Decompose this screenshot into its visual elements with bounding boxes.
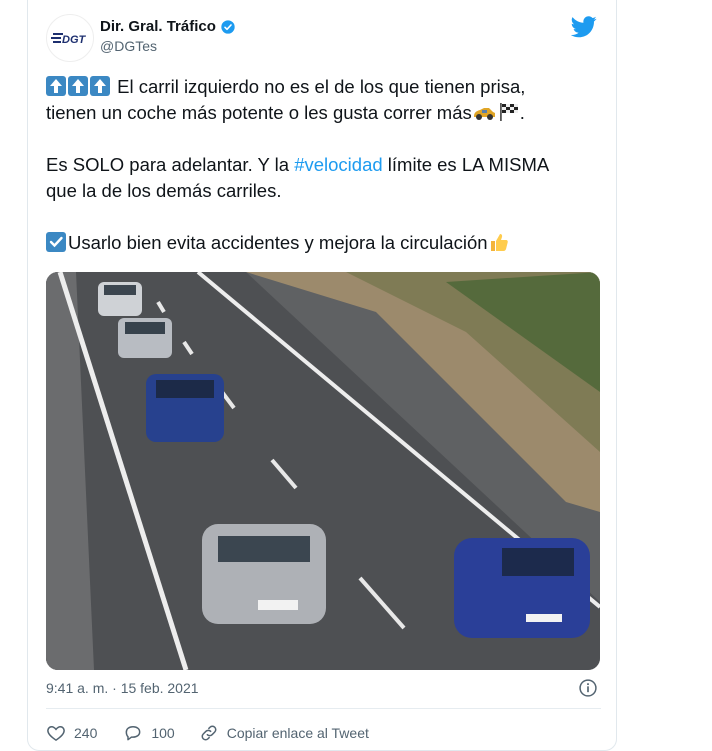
up-arrow-icon [46, 76, 66, 96]
up-arrow-icon [68, 76, 88, 96]
copy-link-button[interactable]: Copiar enlace al Tweet [199, 723, 369, 743]
highway-photo [46, 272, 600, 670]
tweet-photo[interactable] [46, 272, 600, 670]
thumbs-up-icon [490, 234, 508, 251]
avatar[interactable]: DGT [46, 14, 94, 62]
link-icon [201, 725, 217, 741]
tweet-line-4: que la de los demás carriles. [46, 178, 601, 204]
dgt-logo-icon: DGT [51, 33, 87, 46]
car-silver-3 [202, 524, 326, 624]
tweet-line-5: Usarlo bien evita accidentes y mejora la… [46, 230, 601, 256]
checkered-flag-icon [499, 103, 518, 121]
like-count: 240 [74, 725, 98, 741]
reply-button[interactable]: 100 [123, 723, 175, 743]
car-silver-2 [118, 318, 172, 358]
tweet-text-line1: El carril izquierdo no es el de los que … [117, 76, 526, 97]
display-name[interactable]: Dir. Gral. Tráfico [100, 18, 236, 35]
tweet-timestamp[interactable]: 9:41 a. m. · 15 feb. 2021 [46, 680, 199, 696]
tweet-line-1: El carril izquierdo no es el de los que … [46, 74, 601, 100]
tweet-line-3: Es SOLO para adelantar. Y la #velocidad … [46, 152, 601, 178]
tweet-text-line2-end: . [519, 102, 525, 123]
up-arrow-icon [90, 76, 110, 96]
copy-link-label: Copiar enlace al Tweet [226, 725, 369, 741]
reply-icon [125, 726, 141, 741]
info-icon[interactable] [578, 678, 598, 698]
display-name-text: Dir. Gral. Tráfico [100, 18, 216, 35]
svg-text:DGT: DGT [62, 34, 87, 46]
verified-badge-icon [221, 19, 235, 34]
tweet-text: El carril izquierdo no es el de los que … [46, 74, 601, 256]
tweet-header: DGT Dir. Gral. Tráfico @DGTes [46, 14, 601, 64]
reply-count: 100 [151, 725, 175, 741]
tweet-text-line3-pre: Es SOLO para adelantar. Y la [46, 154, 295, 175]
tweet-text-line3-post: límite es LA MISMA [382, 154, 550, 175]
divider [46, 708, 601, 709]
heart-icon [47, 725, 65, 741]
hashtag-link[interactable]: #velocidad [294, 154, 382, 175]
twitter-bird-icon[interactable] [571, 16, 597, 38]
like-button[interactable]: 240 [46, 723, 97, 743]
tweet-text-line5: Usarlo bien evita accidentes y mejora la… [68, 232, 488, 253]
tweet-text-line2: tienen un coche más potente o les gusta … [46, 102, 472, 123]
tweet-actions: 240 100 Copiar enlace al Tweet [46, 722, 369, 744]
car-silver-1 [98, 282, 142, 316]
handle[interactable]: @DGTes [100, 38, 236, 54]
tweet-line-2: tienen un coche más potente o les gusta … [46, 100, 601, 126]
account-names: Dir. Gral. Tráfico @DGTes [100, 18, 236, 54]
check-box-icon [46, 232, 66, 252]
tweet-text-line4: que la de los demás carriles. [46, 180, 282, 201]
car-blue-2 [454, 538, 590, 638]
car-blue-1 [146, 374, 224, 442]
racing-car-icon [473, 108, 495, 120]
